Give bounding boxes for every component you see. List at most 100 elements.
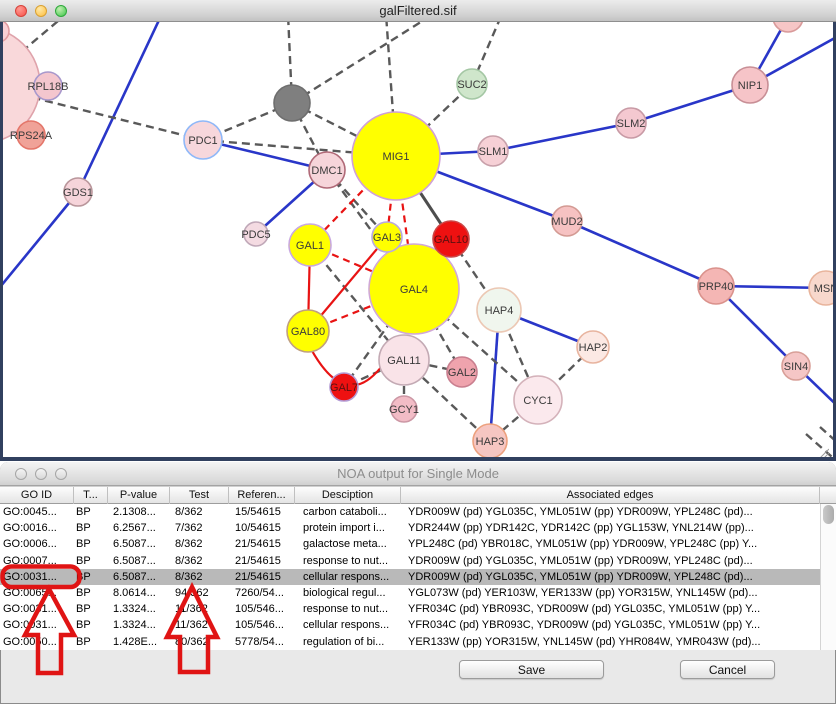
network-graph[interactable]: MIG1GAL4RPL18BRPS24AGDS1PDC1DMC1SUC2SLM1…: [3, 22, 833, 457]
graph-node-gray-node[interactable]: [274, 85, 310, 121]
graph-edge[interactable]: [567, 221, 716, 286]
graph-node-label: GDS1: [63, 187, 93, 199]
cell-type: BP: [74, 536, 108, 552]
cell-p-value: 1.3324...: [108, 617, 170, 633]
graph-edge[interactable]: [493, 123, 631, 151]
network-canvas[interactable]: MIG1GAL4RPL18BRPS24AGDS1PDC1DMC1SUC2SLM1…: [0, 22, 836, 461]
cell-go-id: GO:0050...: [0, 634, 74, 650]
cell-go-id: GO:0031...: [0, 601, 74, 617]
table-row[interactable]: GO:0050...BP1.428E...80/3625778/54...reg…: [0, 634, 820, 650]
cell-associated-edges: YPL248C (pd) YBR018C, YML051W (pp) YDR00…: [401, 536, 820, 552]
graph-node-label: MIG1: [383, 151, 410, 163]
cell-p-value: 8.0614...: [108, 585, 170, 601]
cell-type: BP: [74, 553, 108, 569]
graph-node-label: MUD2: [551, 216, 582, 228]
graph-node-topright-pink[interactable]: [773, 22, 803, 32]
cell-description: regulation of bi...: [295, 634, 401, 650]
table-header: GO IDT...P-valueTestReferen...Desciption…: [0, 486, 836, 504]
cell-go-id: GO:0006...: [0, 536, 74, 552]
cell-go-id: GO:0031...: [0, 617, 74, 633]
table-row[interactable]: GO:0007...BP6.5087...8/36221/54615respon…: [0, 553, 820, 569]
graph-node-label: GAL11: [387, 355, 420, 367]
cell-go-id: GO:0065...: [0, 585, 74, 601]
scrollbar-thumb[interactable]: [823, 505, 834, 524]
graph-edge[interactable]: [292, 22, 424, 103]
cell-test: 8/362: [170, 569, 229, 585]
cell-type: BP: [74, 601, 108, 617]
cell-type: BP: [74, 634, 108, 650]
table-row[interactable]: GO:0031...BP1.3324...11/362105/546...cel…: [0, 617, 820, 633]
graph-edge[interactable]: [3, 192, 78, 292]
graph-node-label: DMC1: [311, 165, 342, 177]
cell-p-value: 1.428E...: [108, 634, 170, 650]
cell-go-id: GO:0031...: [0, 569, 74, 585]
table-row[interactable]: GO:0065...BP8.0614...94/3627260/54...bio…: [0, 585, 820, 601]
cell-go-id: GO:0016...: [0, 520, 74, 536]
noa-window: NOA output for Single Mode GO IDT...P-va…: [0, 462, 836, 704]
cell-reference: 21/54615: [229, 536, 295, 552]
cell-description: cellular respons...: [295, 569, 401, 585]
cell-p-value: 6.5087...: [108, 553, 170, 569]
column-header-reference[interactable]: Referen...: [229, 487, 295, 504]
cell-reference: 21/54615: [229, 553, 295, 569]
graph-node-label: PRP40: [699, 281, 734, 293]
table-row[interactable]: GO:0006...BP6.5087...8/36221/54615galact…: [0, 536, 820, 552]
graph-node-label: SLM2: [617, 118, 646, 130]
cell-reference: 105/546...: [229, 601, 295, 617]
cell-description: response to nut...: [295, 601, 401, 617]
cell-test: 11/362: [170, 601, 229, 617]
graph-node-label: PDC5: [241, 229, 270, 241]
cell-reference: 5778/54...: [229, 634, 295, 650]
column-header-associated-edges[interactable]: Associated edges: [401, 487, 820, 504]
cell-type: BP: [74, 569, 108, 585]
cell-description: galactose meta...: [295, 536, 401, 552]
graph-node-label: GAL1: [296, 240, 324, 252]
noa-titlebar: NOA output for Single Mode: [0, 462, 836, 486]
column-header-description[interactable]: Desciption: [295, 487, 401, 504]
table-body[interactable]: GO:0045...BP2.1308...8/36215/54615carbon…: [0, 504, 820, 650]
cell-associated-edges: YDR009W (pd) YGL035C, YML051W (pp) YDR00…: [401, 504, 820, 520]
cell-p-value: 6.5087...: [108, 536, 170, 552]
cell-test: 8/362: [170, 553, 229, 569]
cell-p-value: 6.2567...: [108, 520, 170, 536]
column-header-go-id[interactable]: GO ID: [0, 487, 74, 504]
cell-description: response to nut...: [295, 553, 401, 569]
cell-description: cellular respons...: [295, 617, 401, 633]
column-header-p-value[interactable]: P-value: [108, 487, 170, 504]
table-row[interactable]: GO:0016...BP6.2567...7/36210/54615protei…: [0, 520, 820, 536]
cell-test: 80/362: [170, 634, 229, 650]
vertical-scrollbar[interactable]: [820, 504, 836, 650]
cell-p-value: 2.1308...: [108, 504, 170, 520]
cell-type: BP: [74, 585, 108, 601]
table-row[interactable]: GO:0031...BP6.5087...8/36221/54615cellul…: [0, 569, 820, 585]
column-header-type[interactable]: T...: [74, 487, 108, 504]
cell-associated-edges: YGL073W (pd) YER103W, YER133W (pp) YOR31…: [401, 585, 820, 601]
table-row[interactable]: GO:0045...BP2.1308...8/36215/54615carbon…: [0, 504, 820, 520]
graph-edge[interactable]: [78, 22, 160, 192]
cell-test: 11/362: [170, 617, 229, 633]
cancel-button[interactable]: Cancel: [680, 660, 775, 679]
table-row[interactable]: GO:0031...BP1.3324...11/362105/546...res…: [0, 601, 820, 617]
graph-node-label: GAL10: [434, 234, 468, 246]
graph-node-label: HAP2: [579, 342, 608, 354]
cell-reference: 10/54615: [229, 520, 295, 536]
resize-grip[interactable]: [817, 447, 829, 459]
network-window: galFiltered.sif MIG1GAL4RPL18BRPS24AGDS1…: [0, 0, 836, 461]
cell-test: 8/362: [170, 536, 229, 552]
cell-associated-edges: YFR034C (pd) YBR093C, YDR009W (pd) YGL03…: [401, 617, 820, 633]
graph-node-label: GAL2: [448, 367, 476, 379]
graph-node-label: GAL4: [400, 284, 428, 296]
cell-associated-edges: YDR244W (pp) YDR142C, YDR142C (pp) YGL15…: [401, 520, 820, 536]
graph-node-label: PDC1: [188, 135, 217, 147]
cell-go-id: GO:0007...: [0, 553, 74, 569]
cell-type: BP: [74, 617, 108, 633]
cell-description: biological regul...: [295, 585, 401, 601]
graph-node-label: NIP1: [738, 80, 762, 92]
cell-reference: 105/546...: [229, 617, 295, 633]
graph-node-label: HAP3: [476, 436, 505, 448]
save-button[interactable]: Save: [459, 660, 604, 679]
cell-associated-edges: YDR009W (pd) YGL035C, YML051W (pp) YDR00…: [401, 553, 820, 569]
graph-node-label: SIN4: [784, 361, 808, 373]
cell-description: carbon cataboli...: [295, 504, 401, 520]
column-header-test[interactable]: Test: [170, 487, 229, 504]
